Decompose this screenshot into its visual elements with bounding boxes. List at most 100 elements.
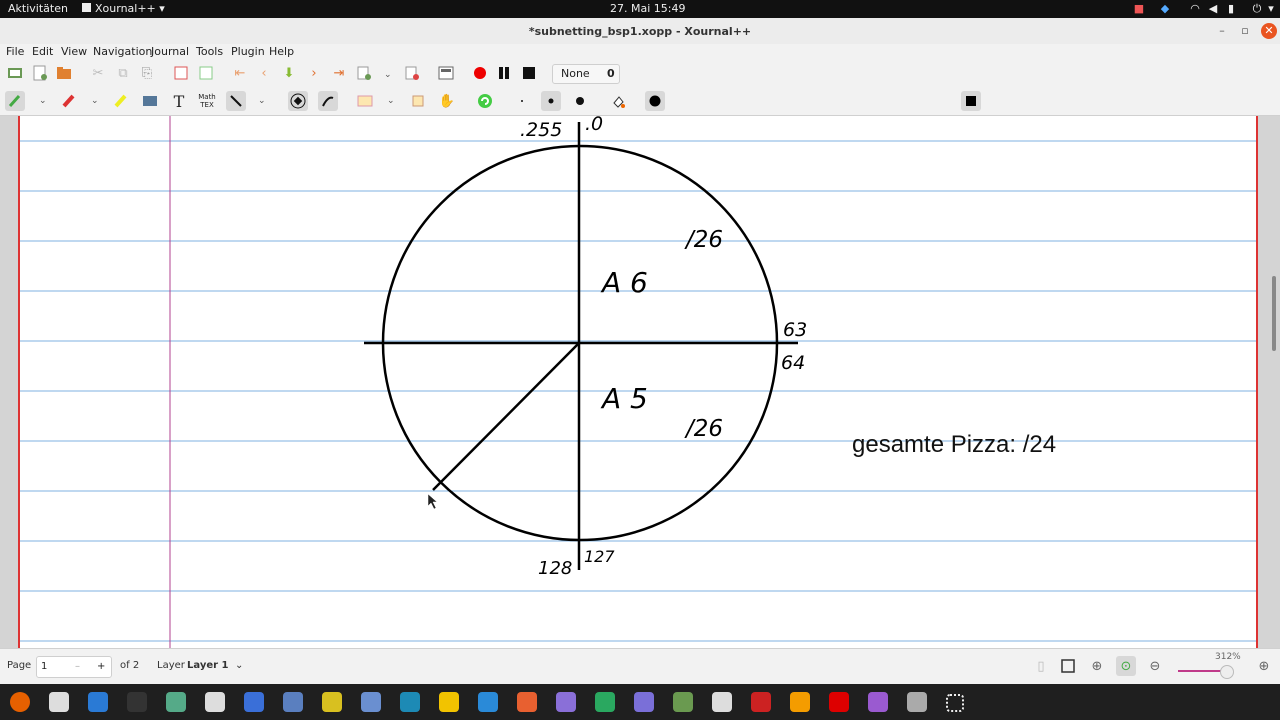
pause-icon[interactable] xyxy=(494,63,514,83)
color-picker-icon[interactable] xyxy=(961,91,981,111)
shape-dropdown-icon[interactable]: ⌄ xyxy=(258,96,266,106)
writer-icon[interactable] xyxy=(88,692,108,712)
notes-yellow-icon[interactable] xyxy=(439,692,459,712)
screenshot-icon[interactable] xyxy=(634,692,654,712)
layer-select[interactable]: None 0 xyxy=(552,64,620,84)
xournal-icon[interactable] xyxy=(712,692,732,712)
settings-icon[interactable] xyxy=(205,692,225,712)
select-rect-icon[interactable] xyxy=(355,91,375,111)
zoom-fit-icon[interactable]: ⊕ xyxy=(1087,656,1107,676)
menu-tools[interactable]: Tools xyxy=(196,45,223,58)
vscode-icon[interactable] xyxy=(478,692,498,712)
maximize-button[interactable]: ▫ xyxy=(1237,23,1253,39)
editor-icon[interactable] xyxy=(400,692,420,712)
media-icon[interactable] xyxy=(868,692,888,712)
layer-dropdown-icon[interactable]: ⌄ xyxy=(235,660,243,671)
document-canvas[interactable]: .255 .0 /26 A 6 63 64 A 5 /26 128 127 ge… xyxy=(0,116,1280,648)
page-number-value[interactable]: 1 xyxy=(41,661,47,672)
minimize-button[interactable]: – xyxy=(1214,23,1230,39)
opera-icon[interactable] xyxy=(829,692,849,712)
vertical-space-icon[interactable] xyxy=(408,91,428,111)
medium-size-icon[interactable] xyxy=(541,91,561,111)
goto-first-icon[interactable]: ⇤ xyxy=(230,63,250,83)
puzzle-icon[interactable] xyxy=(790,692,810,712)
page-increment-button[interactable]: + xyxy=(97,661,105,672)
thick-size-icon[interactable] xyxy=(570,91,590,111)
browser-icon[interactable] xyxy=(556,692,576,712)
insert-page-icon[interactable] xyxy=(354,63,374,83)
app-green-icon[interactable] xyxy=(595,692,615,712)
menu-edit[interactable]: Edit xyxy=(32,45,53,58)
highlighter-tool-icon[interactable] xyxy=(111,91,131,111)
menu-view[interactable]: View xyxy=(61,45,87,58)
previous-page-icon[interactable]: ‹ xyxy=(254,63,274,83)
page-layout-icon[interactable]: ▯ xyxy=(1031,656,1051,676)
eraser-dropdown-icon[interactable]: ⌄ xyxy=(91,96,99,106)
drive-icon[interactable] xyxy=(907,692,927,712)
volume-icon[interactable]: ◀ xyxy=(1206,2,1220,16)
stop-icon[interactable] xyxy=(519,63,539,83)
app-grid-icon[interactable] xyxy=(946,694,964,712)
menu-journal[interactable]: Journal xyxy=(151,45,189,58)
graph-icon[interactable] xyxy=(322,692,342,712)
presentation-icon[interactable] xyxy=(436,63,456,83)
pen-dropdown-icon[interactable]: ⌄ xyxy=(39,96,47,106)
ruler-icon[interactable] xyxy=(318,91,338,111)
filezilla-icon[interactable] xyxy=(751,692,771,712)
battery-icon[interactable]: ▮ xyxy=(1224,2,1238,16)
shape-recognizer-icon[interactable] xyxy=(288,91,308,111)
zoom-in-icon[interactable]: ⊕ xyxy=(1254,656,1274,676)
color-black-icon[interactable] xyxy=(645,91,665,111)
wifi-icon[interactable]: ◠ xyxy=(1188,2,1202,16)
menu-arrow-icon[interactable]: ▾ xyxy=(1264,2,1278,16)
pizza-text[interactable]: gesamte Pizza: /24 xyxy=(852,431,1056,459)
goto-page-icon[interactable]: ⬇ xyxy=(279,63,299,83)
app-menu[interactable]: Xournal++ ▾ xyxy=(82,2,165,15)
recording-icon[interactable]: ■ xyxy=(1132,2,1146,16)
select-dropdown-icon[interactable]: ⌄ xyxy=(387,96,395,106)
network-icon[interactable] xyxy=(361,692,381,712)
diagonal-line[interactable] xyxy=(432,342,580,491)
fullscreen-icon[interactable] xyxy=(196,63,216,83)
next-page-icon[interactable]: › xyxy=(304,63,324,83)
virtualbox-icon[interactable] xyxy=(283,692,303,712)
close-button[interactable]: ✕ xyxy=(1261,23,1277,39)
default-tool-icon[interactable] xyxy=(475,91,495,111)
menu-file[interactable]: File xyxy=(6,45,24,58)
math-tex-icon[interactable]: Math TEX xyxy=(197,91,217,111)
line-tool-icon[interactable] xyxy=(226,91,246,111)
zoom-slider-handle[interactable] xyxy=(1220,665,1234,679)
shield-icon[interactable]: ◆ xyxy=(1158,2,1172,16)
vertical-scrollbar[interactable] xyxy=(1270,116,1278,648)
layer-value[interactable]: Layer 1 xyxy=(187,660,228,671)
zoom-out-icon[interactable]: ⊖ xyxy=(1145,656,1165,676)
record-icon[interactable] xyxy=(470,63,490,83)
clock[interactable]: 27. Mai 15:49 xyxy=(610,2,685,15)
hand-tool-icon[interactable]: ✋ xyxy=(437,91,457,111)
menu-navigation[interactable]: Navigation xyxy=(93,45,152,58)
fine-size-icon[interactable] xyxy=(512,91,532,111)
notes-icon[interactable] xyxy=(244,692,264,712)
zoom-100-icon[interactable]: ⊙ xyxy=(1116,656,1136,676)
menu-help[interactable]: Help xyxy=(269,45,294,58)
export-pdf-icon[interactable] xyxy=(171,63,191,83)
page-spinner[interactable]: 1 – + xyxy=(36,656,112,678)
app-icon[interactable] xyxy=(166,692,186,712)
terminal-icon[interactable] xyxy=(127,692,147,712)
copy-icon[interactable]: ⧉ xyxy=(113,63,133,83)
goto-last-icon[interactable]: ⇥ xyxy=(329,63,349,83)
ink-drawing[interactable]: .255 .0 /26 A 6 63 64 A 5 /26 128 127 xyxy=(0,116,1280,648)
fit-page-icon[interactable] xyxy=(1058,656,1078,676)
add-page-icon[interactable] xyxy=(30,63,50,83)
paste-icon[interactable]: ⎘ xyxy=(137,63,157,83)
files-icon[interactable] xyxy=(49,692,69,712)
page-decrement-button[interactable]: – xyxy=(75,661,80,672)
insert-page-dropdown-icon[interactable]: ⌄ xyxy=(384,70,392,80)
menu-plugin[interactable]: Plugin xyxy=(231,45,265,58)
cut-icon[interactable]: ✂ xyxy=(88,63,108,83)
power-icon[interactable]: ⏻ xyxy=(1250,2,1264,16)
open-folder-icon[interactable] xyxy=(54,63,74,83)
image-tool-icon[interactable] xyxy=(140,91,160,111)
text-tool-icon[interactable]: T xyxy=(169,91,189,111)
eraser-tool-icon[interactable] xyxy=(59,91,79,111)
